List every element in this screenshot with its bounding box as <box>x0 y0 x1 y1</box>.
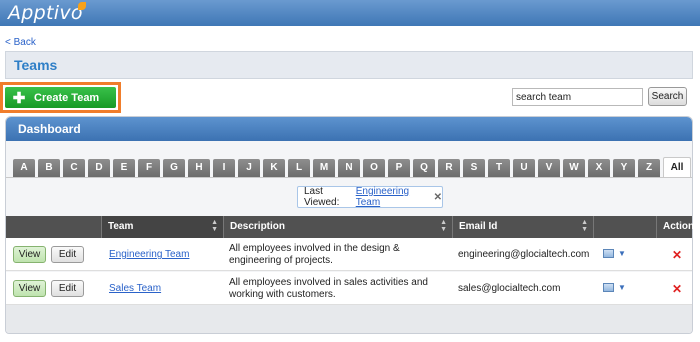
header-actions-col <box>6 216 101 238</box>
letter-tab-n[interactable]: N <box>338 159 360 177</box>
card-menu-icon[interactable] <box>603 283 614 292</box>
letter-tab-z[interactable]: Z <box>638 159 660 177</box>
header-email-label: Email Id <box>459 221 498 232</box>
letter-tab-a[interactable]: A <box>13 159 35 177</box>
table-header: Team ▲ ▼ Description ▲ ▼ Email Id ▲ ▼ Actio… <box>6 216 694 238</box>
tab-divider <box>6 177 692 178</box>
chevron-down-icon[interactable]: ▼ <box>618 283 626 292</box>
table-row: View Edit Sales Team All employees invol… <box>6 272 692 305</box>
letter-tab-j[interactable]: J <box>238 159 260 177</box>
page-title: Teams <box>14 57 58 73</box>
sort-icon: ▲ ▼ <box>211 219 218 233</box>
letter-tab-p[interactable]: P <box>388 159 410 177</box>
letter-tab-all[interactable]: All <box>663 157 691 177</box>
header-action: Action <box>656 216 694 238</box>
dashboard-header: Dashboard <box>6 117 692 141</box>
view-button[interactable]: View <box>13 246 46 263</box>
letter-tab-y[interactable]: Y <box>613 159 635 177</box>
letter-tab-v[interactable]: V <box>538 159 560 177</box>
page-header: Teams <box>5 51 693 79</box>
page: Apptivo < Back Teams ✚ Create Team Searc… <box>0 0 700 342</box>
header-menu-col <box>593 216 656 238</box>
dashboard-panel: Dashboard A B C D E F G H I J K L M N O P Q R S T U V W X Y Z All … <box>5 116 694 334</box>
delete-x-icon[interactable]: ✕ <box>672 248 682 262</box>
plus-icon: ✚ <box>12 89 26 107</box>
search-input[interactable] <box>512 88 643 106</box>
letter-tab-i[interactable]: I <box>213 159 235 177</box>
table-row: View Edit Engineering Team All employees… <box>6 238 692 271</box>
create-team-label: Create Team <box>34 91 100 104</box>
letter-tab-t[interactable]: T <box>488 159 510 177</box>
last-viewed-box: Last Viewed: Engineering Team ✕ <box>297 186 443 208</box>
sort-icon: ▲ ▼ <box>440 219 447 233</box>
letter-tab-g[interactable]: G <box>163 159 185 177</box>
header-description-label: Description <box>230 221 286 232</box>
team-description: All employees involved in the design & e… <box>229 243 400 266</box>
back-link[interactable]: < Back <box>5 37 36 48</box>
letter-tab-k[interactable]: K <box>263 159 285 177</box>
dashboard-footer <box>6 305 692 333</box>
team-email: engineering@glocialtech.com <box>458 249 590 260</box>
letter-tab-f[interactable]: F <box>138 159 160 177</box>
view-button[interactable]: View <box>13 280 46 297</box>
letter-tab-q[interactable]: Q <box>413 159 435 177</box>
dashboard-title: Dashboard <box>18 122 81 136</box>
letter-tab-l[interactable]: L <box>288 159 310 177</box>
last-viewed-label: Last Viewed: <box>304 186 340 208</box>
alphabet-filter: A B C D E F G H I J K L M N O P Q R S T U V W X Y Z All <box>13 157 694 177</box>
team-name-link[interactable]: Engineering Team <box>109 249 189 260</box>
letter-tab-e[interactable]: E <box>113 159 135 177</box>
letter-tab-s[interactable]: S <box>463 159 485 177</box>
apptivo-logo[interactable]: Apptivo <box>8 2 83 24</box>
letter-tab-o[interactable]: O <box>363 159 385 177</box>
letter-tab-h[interactable]: H <box>188 159 210 177</box>
sort-icon: ▲ ▼ <box>581 219 588 233</box>
search-button[interactable]: Search <box>648 87 687 106</box>
header-description[interactable]: Description ▲ ▼ <box>223 216 452 238</box>
letter-tab-x[interactable]: X <box>588 159 610 177</box>
delete-x-icon[interactable]: ✕ <box>672 282 682 296</box>
logo-accent-icon <box>78 2 86 10</box>
letter-tab-m[interactable]: M <box>313 159 335 177</box>
team-name-link[interactable]: Sales Team <box>109 283 161 294</box>
letter-tab-w[interactable]: W <box>563 159 585 177</box>
edit-button[interactable]: Edit <box>51 280 84 297</box>
letter-tab-d[interactable]: D <box>88 159 110 177</box>
create-team-highlight: ✚ Create Team <box>0 82 121 113</box>
letter-tab-r[interactable]: R <box>438 159 460 177</box>
card-menu-icon[interactable] <box>603 249 614 258</box>
letter-tab-u[interactable]: U <box>513 159 535 177</box>
letter-tab-b[interactable]: B <box>38 159 60 177</box>
team-email: sales@glocialtech.com <box>458 283 561 294</box>
letter-tab-c[interactable]: C <box>63 159 85 177</box>
header-team-label: Team <box>108 221 134 232</box>
last-viewed-link[interactable]: Engineering Team <box>356 186 429 208</box>
header-team[interactable]: Team ▲ ▼ <box>101 216 223 238</box>
top-bar: Apptivo <box>0 0 700 26</box>
close-icon[interactable]: ✕ <box>434 192 442 203</box>
edit-button[interactable]: Edit <box>51 246 84 263</box>
header-email[interactable]: Email Id ▲ ▼ <box>452 216 593 238</box>
chevron-down-icon[interactable]: ▼ <box>618 249 626 258</box>
create-team-button[interactable]: ✚ Create Team <box>5 87 116 108</box>
team-description: All employees involved in sales activiti… <box>229 277 428 300</box>
